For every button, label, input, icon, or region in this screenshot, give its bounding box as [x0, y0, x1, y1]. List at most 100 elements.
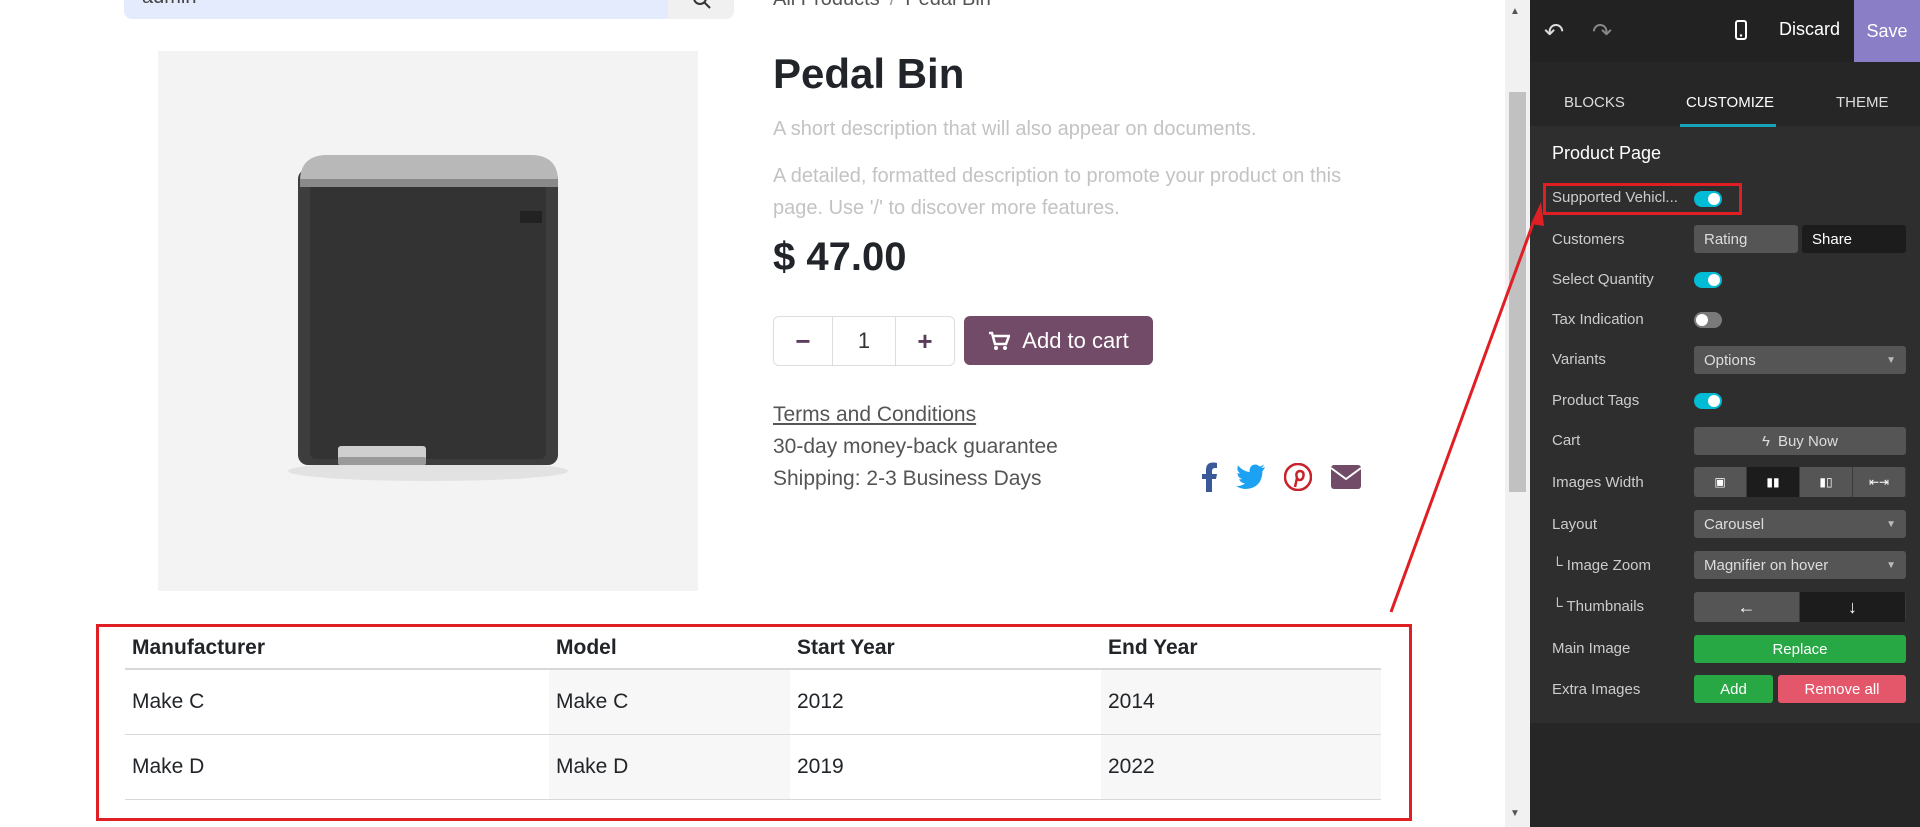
- toggle-knob: [1696, 314, 1708, 326]
- redo-icon[interactable]: ↷: [1592, 18, 1612, 47]
- plus-icon: +: [917, 325, 933, 356]
- caret-down-icon: ▼: [1886, 518, 1896, 530]
- option-label-image-zoom: └ Image Zoom: [1552, 557, 1651, 574]
- editor-sidebar: ↶ ↷ Discard Save BLOCKS CUSTOMIZE THEME …: [1530, 0, 1920, 827]
- product-tags-toggle[interactable]: [1694, 393, 1722, 409]
- images-width-none-option[interactable]: ▣: [1694, 467, 1747, 497]
- image-half-icon: ▮▮: [1766, 475, 1780, 489]
- table-cell: Make C: [549, 669, 790, 735]
- image-zoom-select[interactable]: Magnifier on hover ▼: [1694, 551, 1906, 579]
- images-width-segmented: ▣ ▮▮ ▮▯ ⇤⇥: [1694, 467, 1906, 497]
- customers-share-button[interactable]: Share: [1802, 225, 1906, 253]
- product-price: $ 47.00: [773, 235, 907, 279]
- short-description-placeholder[interactable]: A short description that will also appea…: [773, 118, 1257, 141]
- envelope-icon[interactable]: [1330, 464, 1362, 490]
- guarantee-text: 30-day money-back guarantee: [773, 435, 1058, 458]
- search-button[interactable]: [668, 0, 734, 19]
- table-header-row: Manufacturer Model Start Year End Year: [125, 628, 1381, 670]
- undo-icon[interactable]: ↶: [1544, 18, 1564, 47]
- quantity-input[interactable]: 1: [832, 317, 896, 365]
- twitter-icon[interactable]: [1236, 464, 1266, 490]
- supported-vehicles-option-highlight: [1543, 183, 1742, 215]
- images-width-100-option[interactable]: ⇤⇥: [1853, 467, 1906, 497]
- breadcrumb-parent[interactable]: All Products: [773, 0, 880, 10]
- mobile-preview-icon[interactable]: [1735, 20, 1747, 40]
- thumbnails-segmented: ← ↓: [1694, 592, 1906, 622]
- shipping-text: Shipping: 2-3 Business Days: [773, 467, 1042, 490]
- search-input[interactable]: admin: [142, 0, 196, 9]
- option-label-customers: Customers: [1552, 231, 1625, 248]
- select-quantity-toggle[interactable]: [1694, 272, 1722, 288]
- save-button[interactable]: Save: [1854, 0, 1920, 62]
- image-none-icon: ▣: [1714, 475, 1726, 489]
- search-bar[interactable]: admin: [124, 0, 734, 19]
- thumbnails-bottom-option[interactable]: ↓: [1800, 592, 1906, 622]
- add-extra-images-button[interactable]: Add: [1694, 675, 1773, 703]
- tab-customize[interactable]: CUSTOMIZE: [1686, 94, 1774, 111]
- editor-tabs: BLOCKS CUSTOMIZE THEME: [1530, 62, 1920, 127]
- image-full-icon: ⇤⇥: [1868, 475, 1890, 489]
- option-label-thumbnails: └ Thumbnails: [1552, 598, 1645, 615]
- section-title: Product Page: [1552, 143, 1662, 163]
- scroll-up-arrow-icon[interactable]: ▲: [1510, 6, 1520, 17]
- minus-icon: −: [795, 325, 811, 356]
- table-cell: 2012: [790, 669, 1101, 735]
- cart-buy-now-button[interactable]: ϟ Buy Now: [1694, 427, 1906, 455]
- facebook-icon[interactable]: [1200, 462, 1218, 492]
- option-label-select-quantity: Select Quantity: [1552, 271, 1654, 288]
- variants-value: Options: [1704, 351, 1756, 369]
- editor-sidebar-footer: [1530, 723, 1920, 827]
- quantity-decrease-button[interactable]: −: [774, 317, 832, 365]
- images-width-66-option[interactable]: ▮▯: [1800, 467, 1853, 497]
- website-preview: admin All Products / Pedal Bin Pedal Bin A…: [0, 0, 1505, 827]
- product-image[interactable]: [158, 51, 698, 591]
- arrow-left-icon: ←: [1737, 596, 1756, 617]
- tab-theme[interactable]: THEME: [1836, 94, 1889, 111]
- shopping-cart-icon: [989, 331, 1011, 350]
- breadcrumb-current: Pedal Bin: [905, 0, 991, 10]
- table-cell: Make C: [125, 669, 549, 735]
- editor-toolbar: ↶ ↷ Discard Save: [1530, 0, 1920, 62]
- tab-blocks[interactable]: BLOCKS: [1564, 94, 1625, 111]
- arrow-down-icon: ↓: [1848, 596, 1857, 617]
- active-tab-indicator: [1680, 124, 1776, 127]
- add-to-cart-label: Add to cart: [1022, 327, 1129, 353]
- pinterest-icon[interactable]: [1284, 463, 1312, 491]
- scroll-down-arrow-icon[interactable]: ▼: [1510, 808, 1520, 819]
- add-to-cart-button[interactable]: Add to cart: [964, 316, 1153, 365]
- long-description-placeholder[interactable]: A detailed, formatted description to pro…: [773, 160, 1373, 224]
- scrollbar-thumb[interactable]: [1509, 92, 1526, 492]
- thumbnails-left-option[interactable]: ←: [1694, 592, 1800, 622]
- option-label-tax-indication: Tax Indication: [1552, 311, 1644, 328]
- option-label-images-width: Images Width: [1552, 474, 1644, 491]
- table-cell: Make D: [125, 734, 549, 800]
- option-label-product-tags: Product Tags: [1552, 392, 1640, 409]
- caret-down-icon: ▼: [1886, 354, 1896, 366]
- replace-main-image-button[interactable]: Replace: [1694, 635, 1906, 663]
- column-header: Model: [549, 628, 790, 670]
- breadcrumb-separator: /: [890, 0, 896, 10]
- variants-select[interactable]: Options ▼: [1694, 346, 1906, 374]
- layout-select[interactable]: Carousel ▼: [1694, 510, 1906, 538]
- images-width-50-option[interactable]: ▮▮: [1747, 467, 1800, 497]
- column-header: Start Year: [790, 628, 1101, 670]
- discard-button[interactable]: Discard: [1779, 19, 1840, 40]
- option-label-cart: Cart: [1552, 432, 1581, 449]
- table-cell: 2014: [1101, 669, 1381, 735]
- quantity-stepper: − 1 +: [773, 316, 955, 366]
- remove-all-images-button[interactable]: Remove all: [1778, 675, 1906, 703]
- table-cell: Make D: [549, 734, 790, 800]
- image-two-thirds-icon: ▮▯: [1819, 475, 1833, 489]
- customers-rating-button[interactable]: Rating: [1694, 225, 1798, 253]
- search-icon: [693, 0, 711, 9]
- quantity-increase-button[interactable]: +: [896, 317, 954, 365]
- terms-link[interactable]: Terms and Conditions: [773, 403, 976, 427]
- social-share: [1200, 462, 1362, 492]
- column-header: Manufacturer: [125, 628, 549, 670]
- table-cell: 2019: [790, 734, 1101, 800]
- table-row: Make D Make D 2019 2022: [125, 734, 1381, 800]
- bolt-icon: ϟ: [1762, 432, 1770, 450]
- tax-indication-toggle[interactable]: [1694, 312, 1722, 328]
- buy-now-label: Buy Now: [1777, 432, 1838, 450]
- pedal-bin-image: [288, 155, 568, 481]
